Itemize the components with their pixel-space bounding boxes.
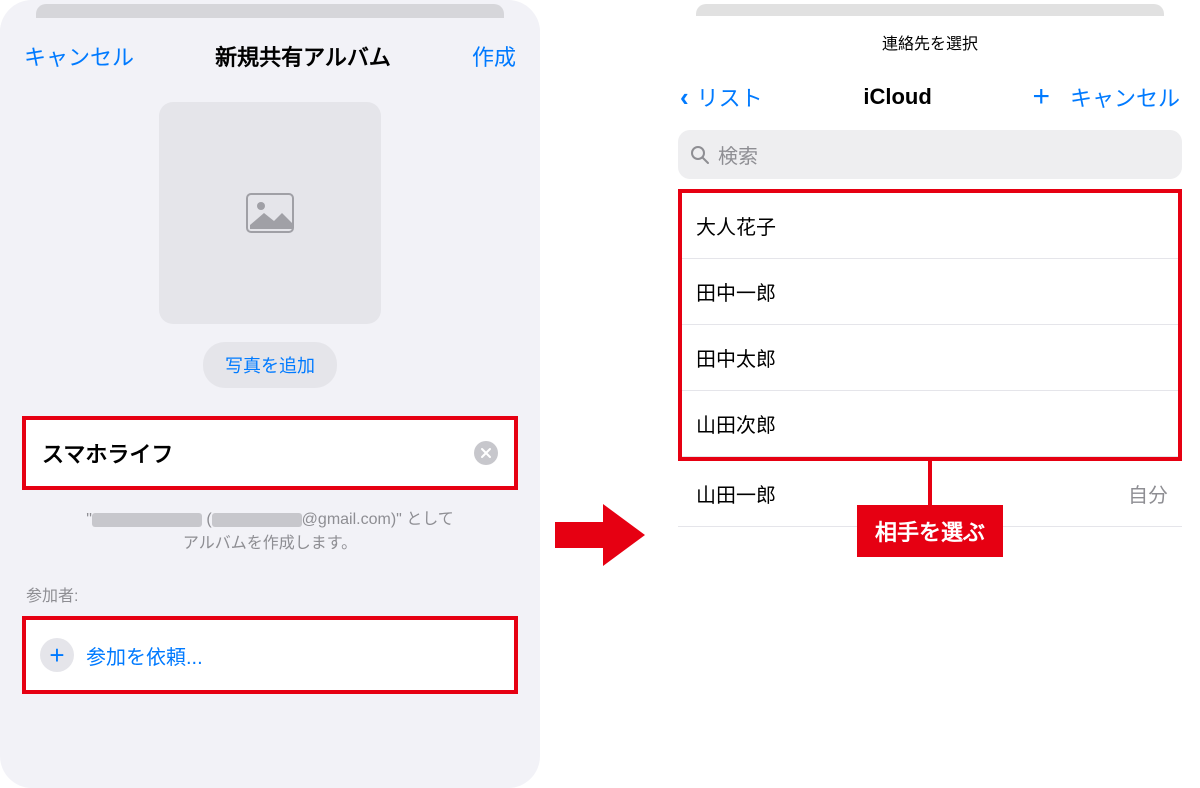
redacted-name	[92, 513, 202, 527]
add-contact-icon[interactable]: +	[1032, 80, 1050, 114]
participants-label: 参加者:	[26, 582, 514, 606]
navbar-title: 新規共有アルバム	[215, 40, 391, 72]
callout-label: 相手を選ぶ	[857, 505, 1003, 557]
flow-arrow	[540, 0, 660, 570]
left-navbar: キャンセル 新規共有アルバム 作成	[0, 18, 540, 84]
album-name-input[interactable]	[42, 440, 474, 466]
invite-row[interactable]: + 参加を依頼...	[22, 616, 518, 694]
create-button[interactable]: 作成	[472, 40, 516, 72]
right-phone-screen: 連絡先を選択 ‹ リスト iCloud + キャンセル 検索 大人花子 田中一郎…	[660, 0, 1200, 788]
back-button[interactable]: リスト	[697, 81, 763, 113]
sheet-stack-back	[696, 4, 1164, 16]
right-navbar: ‹ リスト iCloud + キャンセル	[660, 64, 1200, 124]
search-bar[interactable]: 検索	[678, 130, 1182, 179]
cancel-button[interactable]: キャンセル	[24, 40, 134, 72]
clear-text-icon[interactable]	[474, 441, 498, 465]
contact-item[interactable]: 田中太郎	[682, 325, 1178, 391]
callout-connector	[928, 457, 932, 511]
search-placeholder: 検索	[718, 140, 758, 169]
redacted-email	[212, 513, 302, 527]
left-phone-screen: キャンセル 新規共有アルバム 作成 写真を追加 " (@gmail.com)" …	[0, 0, 540, 788]
cancel-button[interactable]: キャンセル	[1070, 81, 1180, 113]
contact-list-highlighted: 大人花子 田中一郎 田中太郎 山田次郎 相手を選ぶ	[678, 189, 1182, 461]
navbar-title: iCloud	[769, 84, 1027, 110]
add-photo-button[interactable]: 写真を追加	[203, 342, 337, 388]
chevron-left-icon[interactable]: ‹	[680, 82, 689, 113]
photo-placeholder-icon	[246, 193, 294, 233]
search-icon	[690, 145, 710, 165]
contact-item[interactable]: 大人花子	[682, 193, 1178, 259]
invite-label: 参加を依頼...	[86, 641, 203, 670]
creator-info-text: " (@gmail.com)" として アルバムを作成します。	[26, 508, 514, 556]
contact-item[interactable]: 山田次郎	[682, 391, 1178, 457]
sheet-stack-back	[36, 4, 504, 18]
sheet-mini-title: 連絡先を選択	[660, 16, 1200, 64]
contact-item[interactable]: 田中一郎	[682, 259, 1178, 325]
album-thumbnail-placeholder	[159, 102, 381, 324]
contact-name: 山田一郎	[696, 479, 776, 508]
arrow-right-icon	[555, 500, 645, 570]
album-name-row	[22, 416, 518, 490]
self-badge: 自分	[1128, 479, 1168, 508]
plus-icon: +	[40, 638, 74, 672]
